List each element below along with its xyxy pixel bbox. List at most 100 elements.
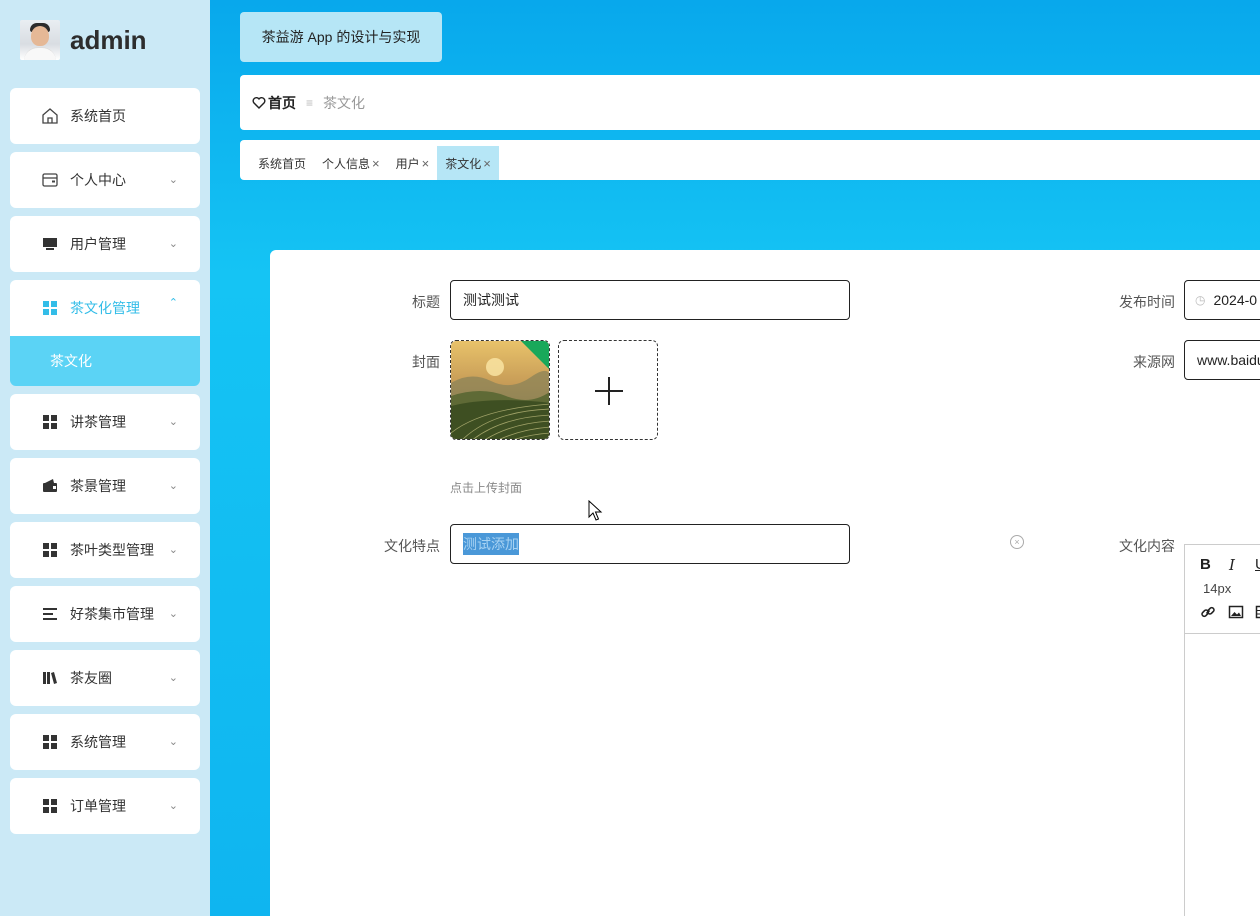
wallet-icon bbox=[41, 171, 59, 189]
content-label: 文化内容 bbox=[1119, 538, 1175, 554]
feature-input-value: 测试添加 bbox=[463, 533, 519, 555]
breadcrumb-home-label: 首页 bbox=[268, 94, 296, 111]
sidebar-item-tea-talk-management[interactable]: 讲茶管理 ⌄ bbox=[10, 394, 200, 450]
sidebar-item-label: 系统管理 bbox=[70, 734, 126, 750]
tab-user[interactable]: 用户 × bbox=[388, 146, 438, 180]
tab-label: 用户 bbox=[395, 156, 420, 171]
bold-icon[interactable]: B bbox=[1200, 556, 1211, 573]
italic-icon[interactable]: I bbox=[1229, 556, 1235, 574]
breadcrumb-separator-icon: ≡ bbox=[306, 95, 314, 110]
sidebar-item-tea-type-management[interactable]: 茶叶类型管理 ⌄ bbox=[10, 522, 200, 578]
chevron-down-icon: ⌄ bbox=[168, 416, 178, 428]
sidebar-item-label: 用户管理 bbox=[70, 236, 126, 252]
sidebar-item-label: 茶友圈 bbox=[70, 670, 112, 686]
book-icon bbox=[41, 669, 59, 687]
app-title: 茶益游 App 的设计与实现 bbox=[240, 12, 442, 62]
sidebar-item-tea-market-management[interactable]: 好茶集市管理 ⌄ bbox=[10, 586, 200, 642]
tab-personal-info[interactable]: 个人信息 × bbox=[314, 146, 388, 180]
sidebar-item-label: 个人中心 bbox=[70, 172, 126, 188]
grid-icon bbox=[41, 541, 59, 559]
link-icon[interactable] bbox=[1200, 604, 1216, 624]
grid-icon bbox=[41, 797, 59, 815]
sidebar-item-label: 茶文化管理 bbox=[70, 300, 140, 316]
sidebar-item-order-management[interactable]: 订单管理 ⌄ bbox=[10, 778, 200, 834]
heart-icon bbox=[252, 96, 266, 109]
sidebar-item-user-management[interactable]: 用户管理 ⌄ bbox=[10, 216, 200, 272]
clock-icon: ◷ bbox=[1195, 293, 1206, 307]
tab-system-home[interactable]: 系统首页 bbox=[250, 146, 314, 180]
publish-time-input[interactable]: ◷ 2024-0 bbox=[1184, 280, 1260, 320]
sidebar-item-label: 系统首页 bbox=[70, 108, 126, 124]
sidebar-subitem-tea-culture[interactable]: 茶文化 bbox=[10, 336, 200, 386]
feature-label: 文化特点 bbox=[384, 538, 440, 554]
source-input[interactable]: www.baidu bbox=[1184, 340, 1260, 380]
username: admin bbox=[70, 24, 147, 55]
image-icon[interactable] bbox=[1228, 604, 1244, 624]
publish-time-value: 2024-0 bbox=[1213, 292, 1258, 308]
title-input-value: 测试测试 bbox=[463, 292, 519, 308]
title-label: 标题 bbox=[412, 294, 440, 310]
avatar[interactable] bbox=[20, 20, 60, 60]
tea-mountain-image bbox=[451, 341, 549, 439]
tabs-bar: 系统首页 个人信息 × 用户 × 茶文化 × bbox=[240, 140, 1260, 180]
source-value: www.baidu bbox=[1197, 352, 1260, 368]
grid-icon bbox=[41, 299, 59, 317]
chevron-down-icon: ⌄ bbox=[168, 800, 178, 812]
chevron-down-icon: ⌄ bbox=[168, 480, 178, 492]
grid-icon bbox=[41, 413, 59, 431]
source-label: 来源网 bbox=[1133, 354, 1175, 370]
close-icon[interactable]: × bbox=[372, 156, 380, 171]
cover-label: 封面 bbox=[412, 354, 440, 370]
underline-icon[interactable]: U bbox=[1255, 556, 1260, 573]
tab-label: 茶文化 bbox=[445, 156, 482, 171]
chevron-down-icon: ⌄ bbox=[168, 672, 178, 684]
cover-image[interactable] bbox=[450, 340, 550, 440]
chevron-down-icon: ⌄ bbox=[168, 736, 178, 748]
breadcrumb-current: 茶文化 bbox=[323, 94, 366, 111]
cover-upload-button[interactable] bbox=[558, 340, 658, 440]
chevron-down-icon: ⌄ bbox=[168, 238, 178, 250]
wallet-icon bbox=[41, 477, 59, 495]
monitor-icon bbox=[41, 235, 59, 253]
sidebar-item-label: 好茶集市管理 bbox=[70, 606, 154, 622]
clear-icon[interactable]: × bbox=[1010, 535, 1024, 549]
breadcrumb: 首页 ≡ 茶文化 bbox=[240, 75, 1260, 130]
sidebar-item-label: 茶叶类型管理 bbox=[70, 542, 154, 558]
sidebar: admin 系统首页 个人中心 ⌄ 用户管理 ⌄ 茶文化管理 ⌃ 茶文化 讲茶管… bbox=[0, 0, 210, 916]
sidebar-item-system-management[interactable]: 系统管理 ⌄ bbox=[10, 714, 200, 770]
chevron-down-icon: ⌄ bbox=[168, 174, 178, 186]
sidebar-item-label: 茶景管理 bbox=[70, 478, 126, 494]
table-icon[interactable] bbox=[1255, 604, 1260, 624]
sidebar-item-tea-friends[interactable]: 茶友圈 ⌄ bbox=[10, 650, 200, 706]
brand: admin bbox=[20, 20, 147, 60]
font-size-select[interactable]: 14px bbox=[1203, 581, 1231, 596]
tab-label: 个人信息 bbox=[322, 156, 371, 171]
sidebar-item-tea-culture-management[interactable]: 茶文化管理 ⌃ bbox=[10, 280, 200, 336]
close-icon[interactable]: × bbox=[422, 156, 430, 171]
form-card bbox=[270, 250, 1260, 916]
rich-text-editor[interactable]: B I U 14px bbox=[1184, 544, 1260, 916]
chevron-up-icon: ⌃ bbox=[168, 297, 178, 309]
mouse-cursor-icon bbox=[588, 500, 603, 521]
sidebar-item-label: 讲茶管理 bbox=[70, 414, 126, 430]
breadcrumb-home[interactable]: 首页 bbox=[252, 93, 296, 113]
publish-time-label: 发布时间 bbox=[1119, 294, 1175, 310]
feature-input[interactable]: 测试添加 bbox=[450, 524, 850, 564]
list-icon bbox=[41, 605, 59, 623]
cover-hint: 点击上传封面 bbox=[450, 481, 523, 495]
chevron-down-icon: ⌄ bbox=[168, 544, 178, 556]
sidebar-item-label: 订单管理 bbox=[70, 798, 126, 814]
title-input[interactable]: 测试测试 bbox=[450, 280, 850, 320]
editor-toolbar: B I U 14px bbox=[1185, 545, 1260, 634]
tab-tea-culture[interactable]: 茶文化 × bbox=[437, 146, 499, 180]
sidebar-item-tea-scenery-management[interactable]: 茶景管理 ⌄ bbox=[10, 458, 200, 514]
sidebar-item-personal-center[interactable]: 个人中心 ⌄ bbox=[10, 152, 200, 208]
home-icon bbox=[41, 107, 59, 125]
app-title-text: 茶益游 App 的设计与实现 bbox=[261, 29, 421, 45]
sidebar-item-home[interactable]: 系统首页 bbox=[10, 88, 200, 144]
sidebar-subitem-label: 茶文化 bbox=[50, 353, 92, 369]
grid-icon bbox=[41, 733, 59, 751]
tab-label: 系统首页 bbox=[258, 156, 307, 171]
close-icon[interactable]: × bbox=[483, 156, 491, 171]
chevron-down-icon: ⌄ bbox=[168, 608, 178, 620]
